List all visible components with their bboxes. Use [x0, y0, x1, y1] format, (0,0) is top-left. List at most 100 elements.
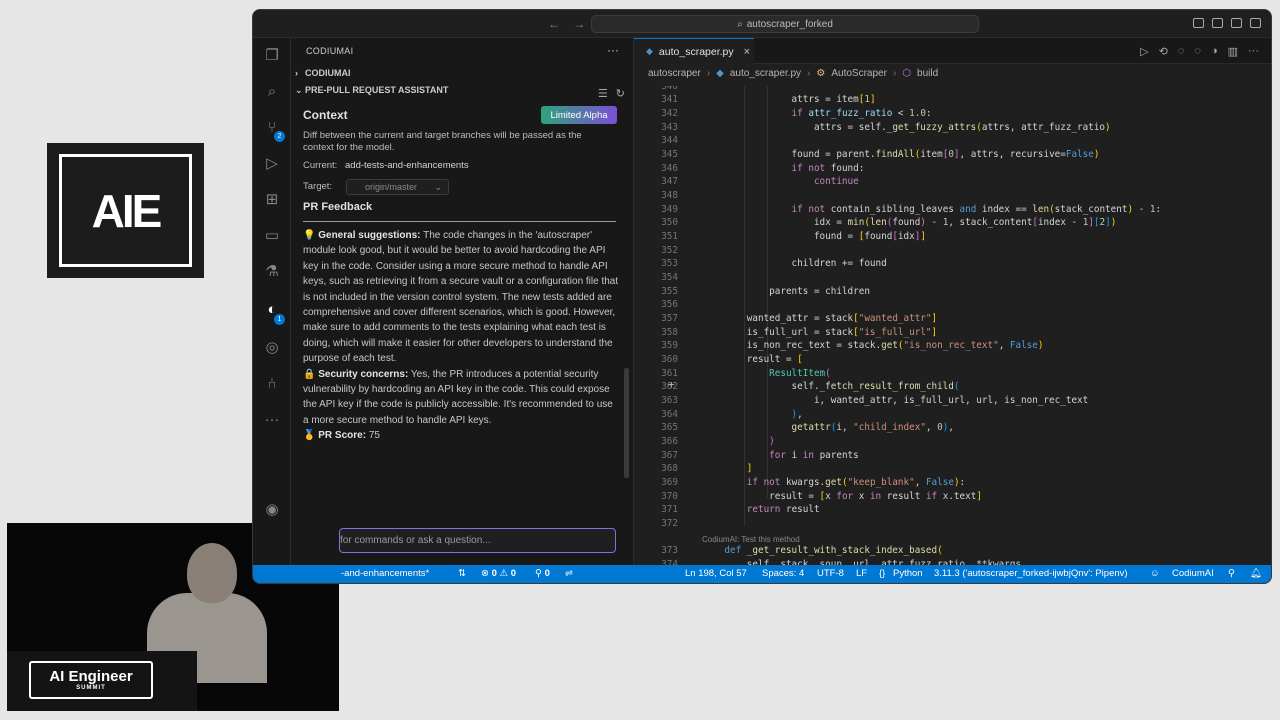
speaker-head [187, 543, 237, 603]
status-cursor-position[interactable]: Ln 198, Col 57 [685, 568, 747, 579]
remote-explorer-icon[interactable]: ▭ [262, 226, 282, 246]
more-actions-icon[interactable]: ··· [1248, 45, 1259, 58]
bell-icon[interactable]: 🔔︎ [1250, 568, 1262, 579]
code-line: 367 for i in parents [661, 450, 859, 461]
code-line: 350 idx = min(len(found) - 1, stack_cont… [661, 217, 1117, 228]
code-line: 360 result = [ [661, 354, 803, 365]
section-tools: ☰ ↻ [598, 87, 625, 100]
toggle-secondary-sidebar-icon[interactable] [1231, 18, 1242, 28]
copilot-icon[interactable]: ☺ [1150, 568, 1160, 579]
breadcrumb-folder[interactable]: autoscraper [648, 68, 701, 79]
code-line: 364 ), [661, 409, 803, 420]
code-line: 366 ) [661, 436, 775, 447]
codelens-test-method[interactable]: CodiumAI: Test this method [702, 535, 800, 544]
status-problems[interactable]: ⊗ 0 ⚠ 0 [481, 568, 516, 579]
status-branch[interactable]: -and-enhancements* [341, 568, 429, 579]
feedback-icon[interactable]: ⚲ [1228, 568, 1235, 579]
testing-icon[interactable]: ⚗ [262, 262, 282, 282]
activity-bar: ❐ ⌕ ⑂ 2 ▷ ⊞ ▭ ⚗ ◐ 1 ◎ ⑃ ··· ◉ [253, 38, 291, 565]
sync-icon[interactable]: ⇅ [458, 568, 466, 579]
class-icon: ⚙ [816, 68, 826, 79]
codiumai-badge: 1 [274, 314, 285, 325]
chat-input[interactable]: for commands or ask a question... [339, 528, 616, 553]
editor-tab-bar: ◆ auto_scraper.py × ▷ ⟲ ◌ ◌ ◑ ▥ ··· [634, 38, 1271, 64]
vscode-window: ← → ⌕ autoscraper_forked ❐ ⌕ ⑂ 2 ▷ ⊞ ▭ ⚗… [252, 9, 1272, 584]
run-debug-icon[interactable]: ▷ [262, 154, 282, 174]
breadcrumb-file[interactable]: auto_scraper.py [730, 68, 801, 79]
status-encoding[interactable]: UTF-8 [817, 568, 844, 579]
code-line: 355 parents = children [661, 286, 870, 297]
status-ports[interactable]: ⚲ 0 [535, 568, 550, 579]
section-codiumai[interactable]: › CODIUMAI [295, 68, 351, 78]
more-icon[interactable]: ··· [262, 410, 282, 430]
search-text: autoscraper_forked [746, 18, 833, 30]
editor-area: ◆ auto_scraper.py × ▷ ⟲ ◌ ◌ ◑ ▥ ··· auto… [634, 38, 1271, 565]
explorer-icon[interactable]: ❐ [262, 46, 282, 66]
refresh-icon[interactable]: ↻ [616, 87, 625, 100]
sidebar-title: CODIUMAI [306, 46, 354, 56]
remote-icon[interactable]: ⇌ [565, 568, 573, 579]
section-pre-pull-request[interactable]: ⌄ PRE-PULL REQUEST ASSISTANT [295, 85, 448, 96]
code-line: 348 [661, 190, 678, 201]
nav-arrows: ← → [548, 17, 595, 31]
code-line: 374 self, stack, soup, url, attr_fuzz_ra… [661, 559, 1022, 565]
source-control-badge: 2 [274, 131, 285, 142]
code-line: 370 result = [x for x in result if x.tex… [661, 491, 982, 502]
breadcrumb-method[interactable]: build [917, 68, 938, 79]
context-title: Context [303, 108, 348, 122]
code-line: 359 is_non_rec_text = stack.get("is_non_… [661, 340, 1044, 351]
lightbulb-icon: 💡 [303, 230, 316, 241]
add-comment-icon[interactable]: + [668, 378, 675, 391]
list-icon[interactable]: ☰ [598, 87, 608, 100]
more-actions-icon[interactable]: ··· [607, 43, 619, 57]
python-file-icon: ◆ [646, 46, 653, 56]
medal-icon: 🥇 [303, 430, 316, 442]
code-line: 345 found = parent.findAll(item[0], attr… [661, 149, 1100, 160]
status-eol[interactable]: LF [856, 568, 867, 579]
open-changes-icon[interactable]: ◑ [1211, 45, 1218, 58]
close-icon[interactable]: × [744, 46, 750, 58]
code-line: 356 [661, 299, 678, 310]
current-branch: add-tests-and-enhancements [345, 160, 469, 171]
next-change-icon[interactable]: ◌ [1194, 45, 1201, 58]
tab-auto-scraper[interactable]: ◆ auto_scraper.py × [634, 38, 754, 64]
command-center-search[interactable]: ⌕ autoscraper_forked [591, 15, 979, 33]
pr-feedback-content: 💡 General suggestions: The code changes … [303, 228, 621, 444]
customize-layout-icon[interactable] [1250, 18, 1261, 28]
target-branch-select[interactable]: origin/master ⌄ [346, 179, 449, 195]
chevron-right-icon: › [892, 68, 897, 79]
status-indentation[interactable]: Spaces: 4 [762, 568, 804, 579]
podium-logo-sub: SUMMIT [76, 685, 106, 691]
code-view[interactable]: 340 341 attrs = item[1] 342 if attr_fuzz… [634, 86, 1261, 565]
timeline-icon[interactable]: ⟲ [1159, 45, 1168, 58]
sidebar-scrollbar[interactable] [624, 368, 629, 478]
toggle-panel-icon[interactable] [1212, 18, 1223, 28]
tab-label: auto_scraper.py [658, 45, 734, 58]
code-line: 373 def _get_result_with_stack_index_bas… [661, 545, 943, 556]
forward-arrow-icon[interactable]: → [573, 17, 585, 31]
chevron-right-icon: › [706, 68, 711, 79]
previous-change-icon[interactable]: ◌ [1178, 45, 1185, 58]
code-line: 353 children += found [661, 258, 887, 269]
split-editor-icon[interactable]: ▥ [1228, 45, 1238, 58]
breadcrumb-class[interactable]: AutoScraper [831, 68, 887, 79]
aie-logo-text: AIE [59, 154, 192, 267]
general-suggestions: 💡 General suggestions: The code changes … [303, 230, 619, 365]
git-graph-icon[interactable]: ◎ [262, 338, 282, 358]
search-icon[interactable]: ⌕ [262, 82, 282, 102]
status-interpreter[interactable]: 3.11.3 ('autoscraper_forked-ijwbjQnv': P… [934, 568, 1128, 579]
back-arrow-icon[interactable]: ← [548, 17, 560, 31]
python-file-icon: ◆ [716, 68, 724, 79]
extensions-icon[interactable]: ⊞ [262, 190, 282, 210]
target-label: Target: [303, 181, 333, 192]
status-codiumai[interactable]: CodiumAI [1172, 568, 1214, 579]
status-language[interactable]: Python [893, 568, 923, 579]
toggle-sidebar-icon[interactable] [1193, 18, 1204, 28]
podium-logo-main: AI Engineer [49, 668, 133, 685]
context-description: Diff between the current and target bran… [303, 130, 582, 153]
git-branch-icon[interactable]: ⑃ [262, 374, 282, 394]
run-icon[interactable]: ▷ [1140, 45, 1148, 58]
braces-icon: {} [879, 568, 886, 579]
layout-controls [1193, 18, 1261, 28]
account-icon[interactable]: ◉ [262, 500, 282, 520]
